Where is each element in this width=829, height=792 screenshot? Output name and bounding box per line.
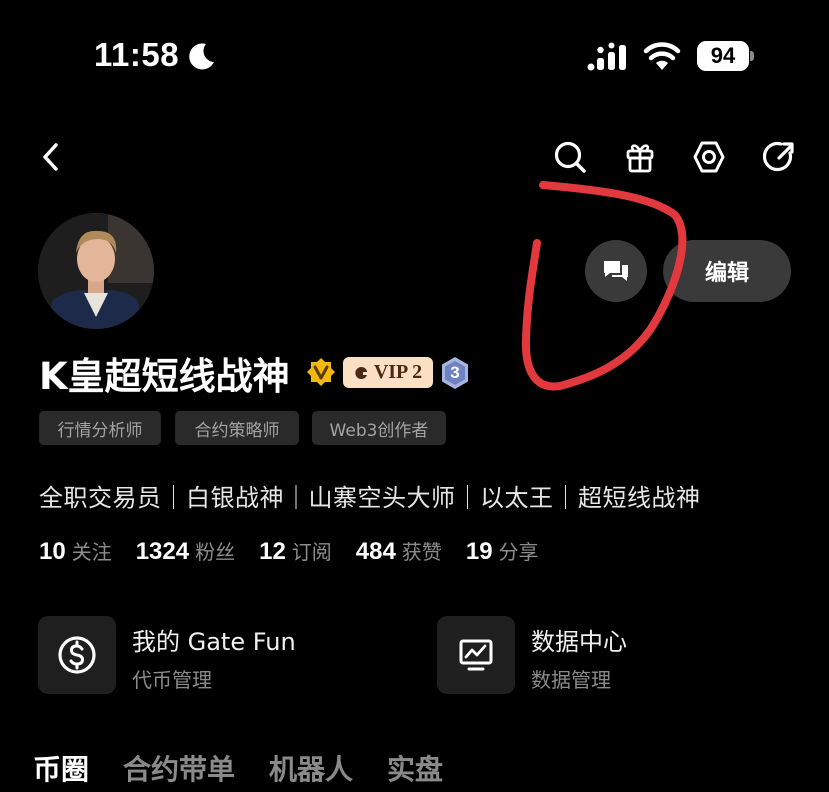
tag-contract-strategist: 合约策略师	[175, 411, 299, 445]
wifi-icon	[643, 42, 681, 70]
feature-subtitle: 代币管理	[132, 668, 212, 692]
chat-icon	[604, 261, 628, 281]
feature-title: 我的 Gate Fun	[132, 628, 296, 656]
tab-copy-trading[interactable]: 合约带单	[123, 748, 235, 788]
feature-title: 数据中心	[531, 628, 627, 656]
stat-label: 分享	[498, 540, 539, 564]
gift-icon[interactable]	[620, 137, 660, 177]
stat-shares[interactable]: 19 分享	[466, 536, 539, 566]
feature-subtitle: 数据管理	[531, 668, 611, 692]
battery-indicator: 94	[697, 41, 755, 71]
stat-value: 1324	[135, 538, 190, 565]
moon-icon	[189, 43, 214, 70]
monitor-chart-icon	[459, 639, 493, 671]
message-button[interactable]	[585, 240, 647, 302]
stat-followers[interactable]: 1324 粉丝	[136, 536, 235, 566]
stat-value: 12	[259, 538, 286, 565]
stat-label: 订阅	[291, 540, 332, 564]
signal-icon	[587, 42, 626, 71]
vip-badge[interactable]: VIP 2	[343, 357, 433, 388]
stat-value: 484	[355, 538, 396, 565]
stat-subscriptions[interactable]: 12 订阅	[259, 536, 332, 566]
vip-label: VIP 2	[373, 361, 423, 383]
level-badge: 3	[440, 356, 470, 390]
bio: 全职交易员｜白银战神｜山寨空头大师｜以太王｜超短线战神	[39, 484, 701, 512]
content-tabs: 币圈 合约带单 机器人 实盘	[33, 748, 477, 788]
stats-row: 10 关注 1324 粉丝 12 订阅 484 获赞 19 分享	[39, 536, 563, 570]
username: K皇超短线战神	[39, 355, 290, 398]
back-icon[interactable]	[32, 137, 72, 177]
tab-bots[interactable]: 机器人	[269, 748, 353, 788]
feature-icon-box	[437, 616, 515, 694]
feature-gate-fun[interactable]: 我的 Gate Fun 代币管理	[38, 616, 398, 696]
avatar[interactable]	[38, 213, 154, 329]
share-icon[interactable]	[759, 137, 799, 177]
level-number: 3	[450, 363, 460, 382]
tag-web3-creator: Web3创作者	[312, 411, 446, 445]
tag-market-analyst: 行情分析师	[39, 411, 161, 445]
stat-following[interactable]: 10 关注	[39, 536, 112, 566]
tab-crypto[interactable]: 币圈	[33, 748, 89, 788]
stat-likes[interactable]: 484 获赞	[356, 536, 442, 566]
stat-label: 获赞	[401, 540, 442, 564]
feature-icon-box	[38, 616, 116, 694]
settings-icon[interactable]	[689, 137, 729, 177]
stat-value: 19	[465, 538, 493, 565]
stat-label: 关注	[71, 540, 112, 564]
battery-level: 94	[697, 41, 749, 71]
tab-live[interactable]: 实盘	[387, 748, 443, 788]
stat-label: 粉丝	[195, 540, 236, 564]
feature-data-center[interactable]: 数据中心 数据管理	[437, 616, 797, 696]
status-time: 11:58	[94, 36, 180, 73]
verified-badge-icon	[307, 358, 335, 386]
search-icon[interactable]	[550, 137, 590, 177]
vip-logo-icon	[355, 366, 367, 379]
dollar-circle-icon	[58, 636, 96, 674]
edit-profile-button[interactable]: 编辑	[663, 240, 791, 302]
stat-value: 10	[39, 538, 66, 565]
